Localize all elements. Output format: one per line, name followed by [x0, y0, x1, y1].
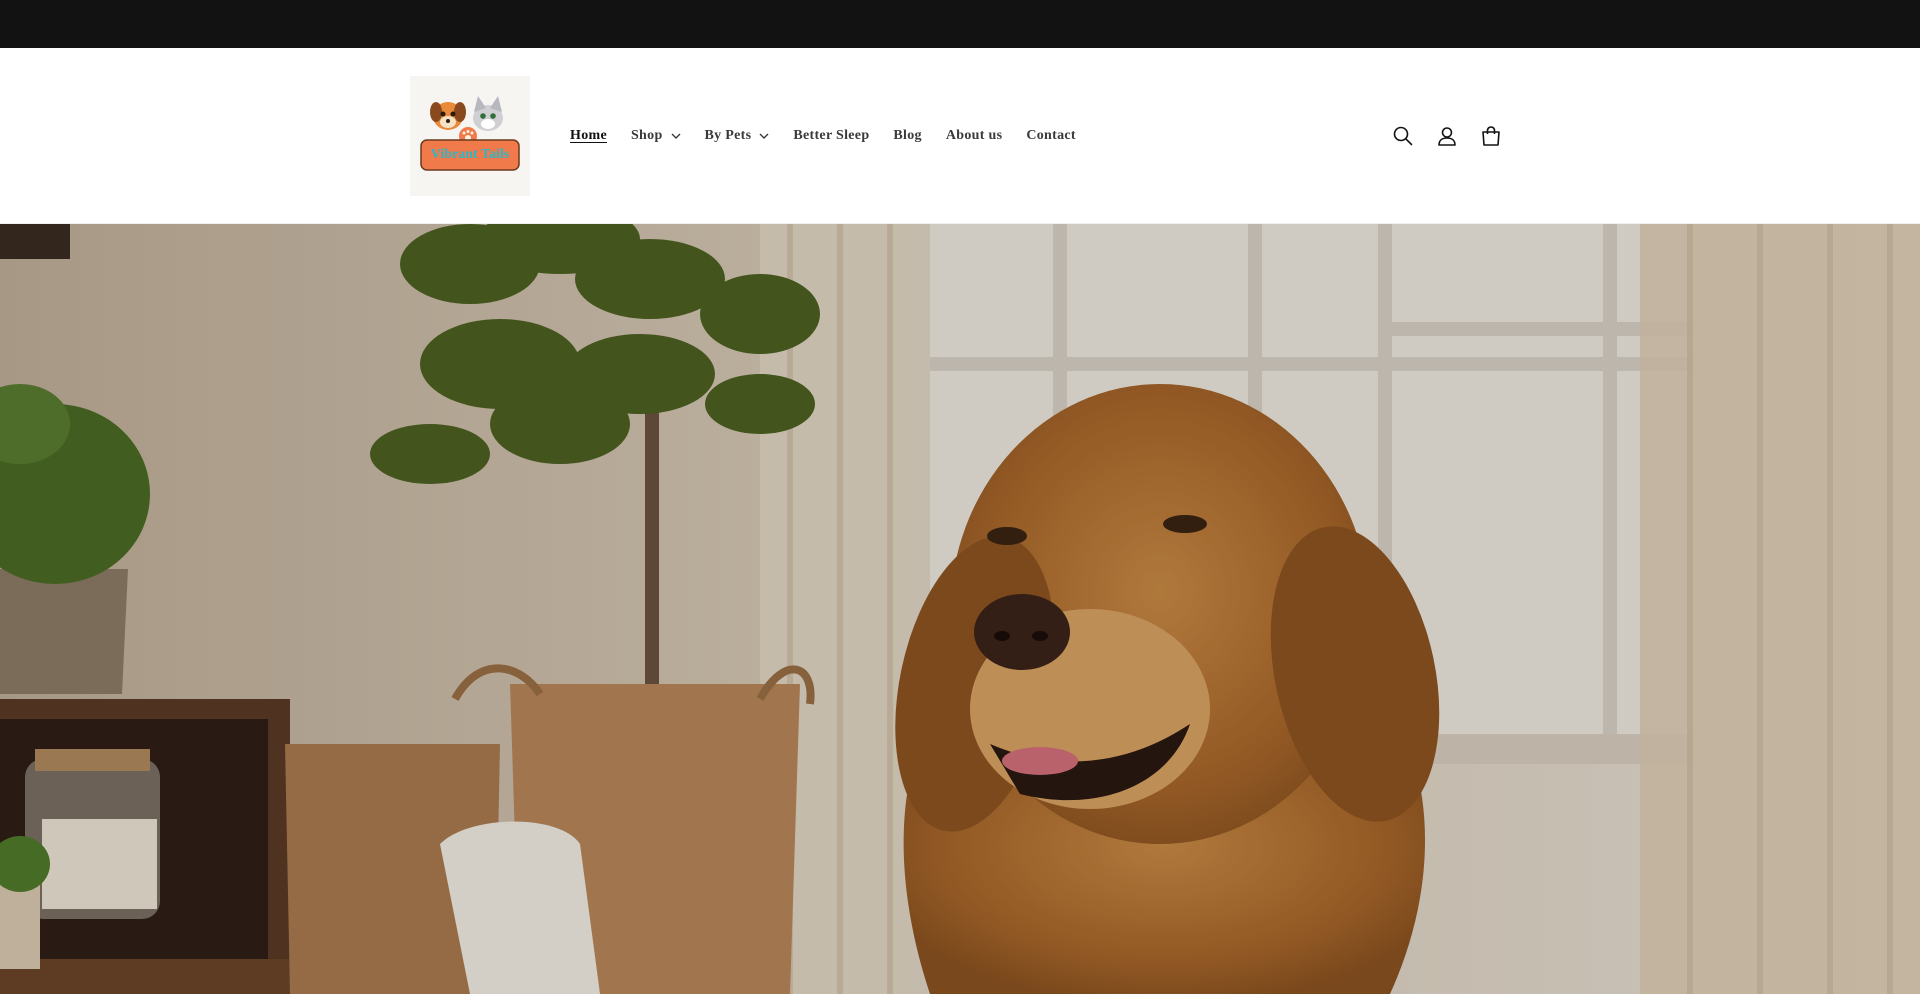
site-logo[interactable]: Vibrant Tails	[410, 76, 530, 196]
vibrant-tails-logo-icon	[410, 76, 530, 196]
nav-item-about-us[interactable]: About us	[934, 128, 1014, 144]
nav-item-blog[interactable]: Blog	[881, 128, 933, 144]
account-button[interactable]	[1429, 118, 1465, 154]
nav-label: Contact	[1026, 127, 1076, 143]
logo-text: Vibrant Tails	[430, 147, 510, 162]
chevron-down-icon	[759, 133, 769, 139]
nav-label: Blog	[893, 127, 922, 143]
chevron-down-icon	[671, 133, 681, 139]
nav-label: Home	[570, 127, 607, 143]
search-icon	[1393, 126, 1413, 145]
nav-item-shop[interactable]: Shop	[619, 128, 693, 144]
nav-item-by-pets[interactable]: By Pets	[693, 128, 782, 144]
nav-item-home[interactable]: Home	[558, 128, 619, 144]
search-button[interactable]	[1385, 118, 1421, 154]
announcement-bar	[0, 0, 1920, 48]
account-icon	[1438, 126, 1456, 146]
nav-item-contact[interactable]: Contact	[1014, 128, 1088, 144]
nav-label: Shop	[630, 127, 663, 143]
nav-label: About us	[945, 127, 1003, 143]
cart-icon	[1482, 125, 1500, 146]
nav-label: By Pets	[704, 127, 752, 143]
hero-image	[0, 224, 1920, 994]
nav-item-better-sleep[interactable]: Better Sleep	[781, 128, 881, 144]
header-icons	[1385, 48, 1509, 223]
hero-banner	[0, 224, 1920, 994]
cart-button[interactable]	[1473, 118, 1509, 154]
site-header: Vibrant Tails Home Shop By Pets Better S…	[0, 48, 1920, 224]
nav-label: Better Sleep	[793, 127, 870, 143]
main-nav: Home Shop By Pets Better Sleep Blog Abou…	[558, 48, 1088, 223]
